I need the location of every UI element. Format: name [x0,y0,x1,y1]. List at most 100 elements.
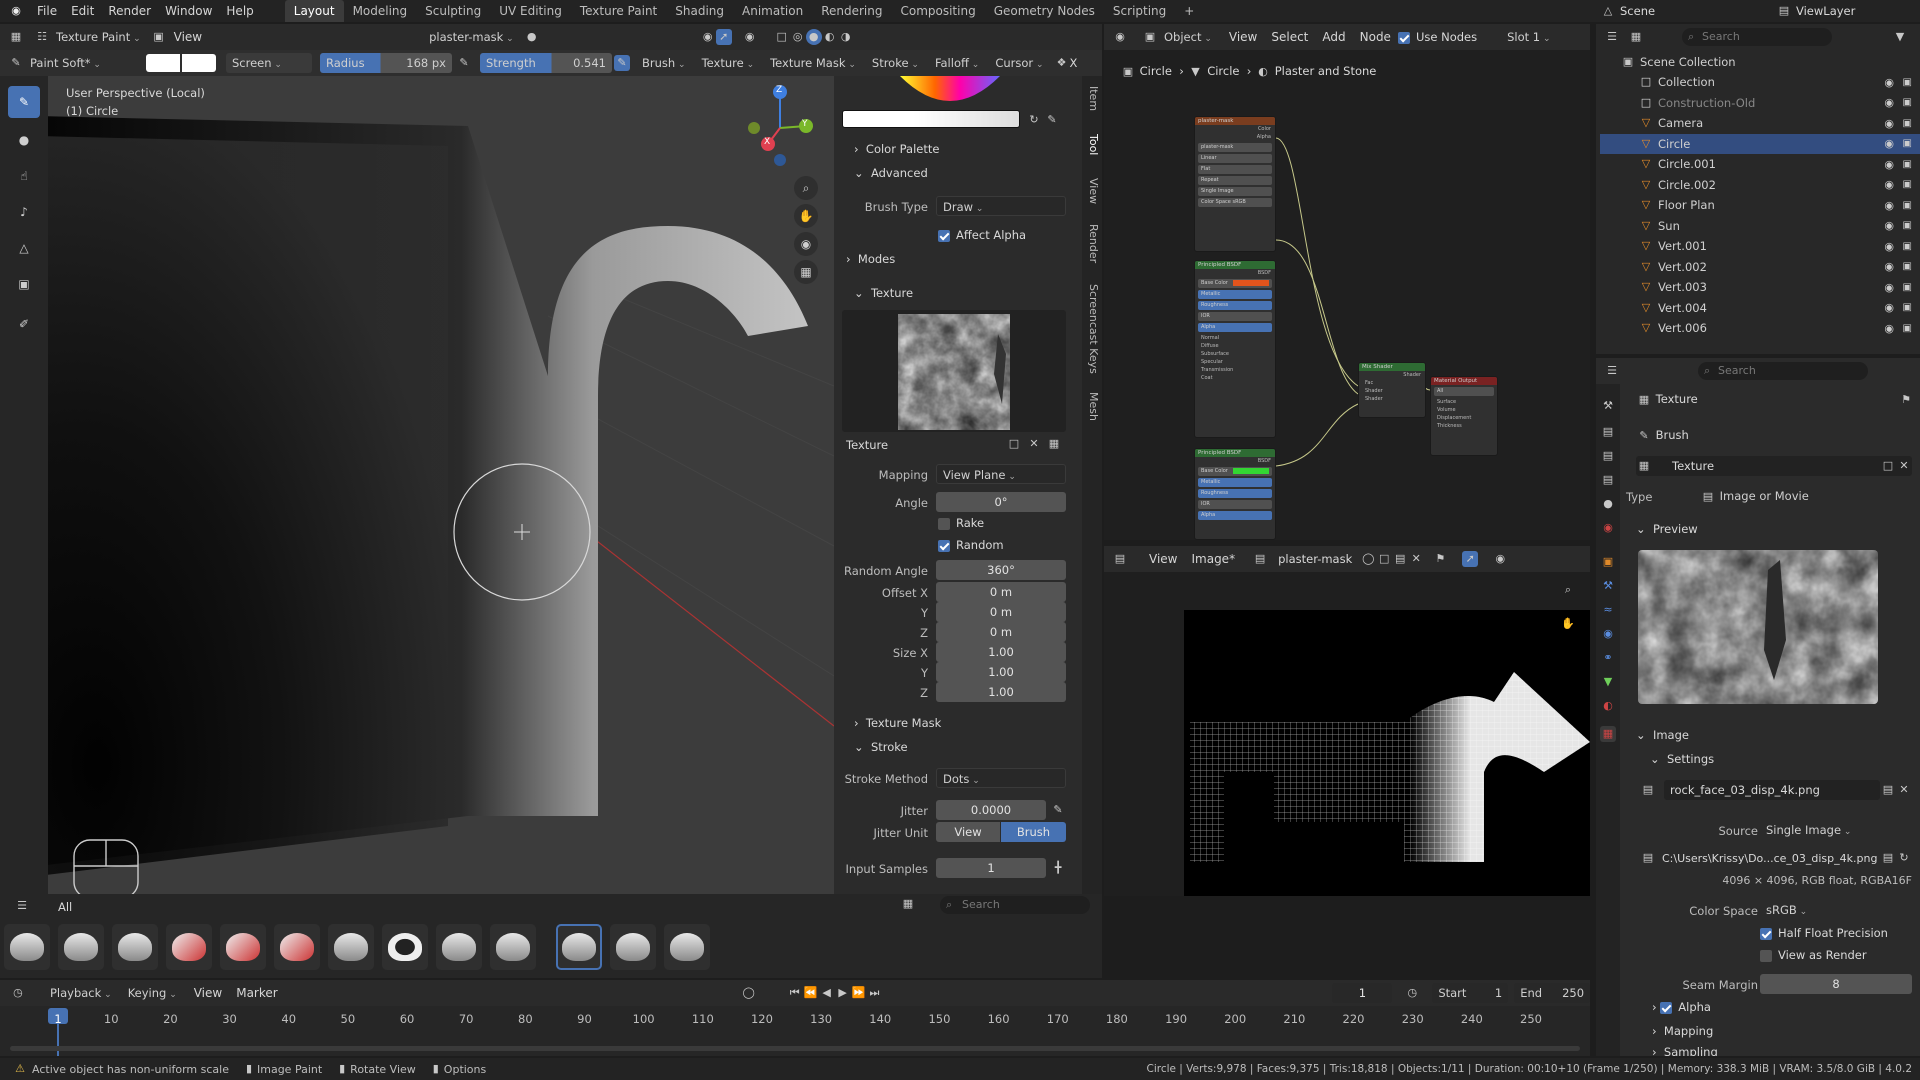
jitter-pressure-icon[interactable]: ✎ [1050,802,1066,818]
visibility-eye-icon[interactable]: ◉ [1884,199,1894,212]
render-camera-icon[interactable]: ▣ [1903,323,1912,334]
settings-subsection[interactable]: ⌄ Settings [1650,752,1714,766]
output-tab-icon[interactable]: ▤ [1600,448,1616,464]
tab-view[interactable]: View [1082,178,1100,204]
outliner-item-vert-002[interactable]: ▽ Vert.002 ◉ ▣ [1600,257,1920,277]
radius-pressure-icon[interactable]: ✎ [456,55,472,71]
render-camera-icon[interactable]: ▣ [1903,241,1912,252]
alpha-subsection[interactable]: › Alpha [1652,1000,1711,1014]
tab-rendering[interactable]: Rendering [812,0,891,22]
falloff-menu[interactable]: Falloff [929,53,985,73]
offset-x-field[interactable]: 0 m [936,582,1066,602]
outliner-item-construction-old[interactable]: □ Construction-Old ◉ ▣ [1600,93,1920,113]
render-camera-icon[interactable]: ▣ [1903,118,1912,129]
blender-logo-icon[interactable]: ◉ [8,3,24,19]
shelf-view-icon[interactable]: ▦ [900,896,916,912]
shading-dot-icon[interactable]: ● [524,29,540,45]
node-canvas[interactable]: ▣ Circle › ▼ Circle › ◐ Plaster and Ston… [1104,50,1590,540]
view-layer-name[interactable]: ViewLayer [1792,4,1855,18]
image-file-open-icon[interactable]: ▤ [1880,782,1896,798]
input-samples-field[interactable]: 1 [936,858,1046,878]
node-principled-bsdf-2[interactable]: Principled BSDF BSDF Base Color Metallic… [1194,448,1276,540]
texture-menu[interactable]: Texture [696,53,761,73]
tool-tab-icon[interactable]: ⚒ [1600,398,1616,414]
world-tab-icon[interactable]: ◉ [1600,520,1616,536]
view-menu[interactable]: View [167,30,209,44]
radius-slider[interactable]: Radius 168 px [320,53,452,73]
tab-modeling[interactable]: Modeling [344,0,417,22]
data-tab-icon[interactable]: ▼ [1600,674,1616,690]
filepath-reload-icon[interactable]: ↻ [1896,850,1912,866]
shading-material-icon[interactable]: ◐ [822,29,838,45]
annotate-tool[interactable]: ✐ [8,308,40,340]
shelf-menu-icon[interactable]: ☰ [14,898,30,914]
visibility-eye-icon[interactable]: ◉ [1884,281,1894,294]
texture-duplicate-icon[interactable]: □ [1006,436,1022,452]
brush-type-dropdown[interactable]: Draw [936,196,1066,216]
keying-menu[interactable]: Keying [122,983,183,1003]
uv-pan-icon[interactable]: ✋ [1560,616,1576,632]
current-frame-field[interactable]: 1 [1332,983,1393,1003]
node-node-menu[interactable]: Node [1353,30,1398,44]
menu-edit[interactable]: Edit [64,4,101,18]
shading-rendered-icon[interactable]: ◑ [838,29,854,45]
playback-menu[interactable]: Playback [44,983,118,1003]
angle-field[interactable]: 0° [936,492,1066,512]
uv-zoom-icon[interactable]: ⌕ [1560,582,1576,598]
render-camera-icon[interactable]: ▣ [1903,159,1912,170]
menu-render[interactable]: Render [101,4,158,18]
outliner-item-sun[interactable]: ▽ Sun ◉ ▣ [1600,216,1920,236]
tab-geometry-nodes[interactable]: Geometry Nodes [985,0,1104,22]
brush-thumb-13[interactable] [664,924,710,970]
mapping-dropdown[interactable]: View Plane [936,464,1066,484]
slot-toggle-icon[interactable]: ▣ [151,29,167,45]
overlays-icon[interactable]: ◉ [742,29,758,45]
camera-view-icon[interactable]: ◉ [794,232,818,256]
tab-animation[interactable]: Animation [733,0,812,22]
particles-tab-icon[interactable]: ≈ [1600,602,1616,618]
tab-uv-editing[interactable]: UV Editing [490,0,571,22]
cursor-menu[interactable]: Cursor [989,53,1049,73]
tab-shading[interactable]: Shading [666,0,733,22]
navigation-gizmo[interactable]: Z Y X [724,76,824,176]
visibility-eye-icon[interactable]: ◉ [1884,240,1894,253]
tab-render[interactable]: Render [1082,224,1100,263]
outliner-item-circle-001[interactable]: ▽ Circle.001 ◉ ▣ [1600,154,1920,174]
render-camera-icon[interactable]: ▣ [1903,261,1912,272]
uv-canvas[interactable]: ⌕ ✋ [1104,572,1590,896]
visibility-eye-icon[interactable]: ◉ [1884,158,1894,171]
editor-type-icon[interactable]: ▦ [8,29,24,45]
filepath-browse-icon[interactable]: ▤ [1880,850,1896,866]
brush-thumb-8[interactable] [382,924,428,970]
offset-y-field[interactable]: 0 m [936,602,1066,622]
xray-icon[interactable]: □ [774,29,790,45]
outliner-search[interactable]: ⌕ Search [1682,28,1832,46]
color-space-dropdown[interactable]: sRGB [1760,900,1912,920]
render-tab-icon[interactable]: ▤ [1600,424,1616,440]
jitter-unit-view-button[interactable]: View [936,822,1000,842]
play-reverse-icon[interactable]: ◀ [819,985,835,1001]
outliner-item-vert-006[interactable]: ▽ Vert.006 ◉ ▣ [1600,318,1920,338]
brush-context-row[interactable]: ✎ Brush [1636,428,1688,444]
brush-menu[interactable]: Brush [636,53,692,73]
blend-mode-dropdown[interactable]: Screen [226,53,312,73]
image-section[interactable]: ⌄ Image [1636,728,1689,742]
texture-preview-box[interactable] [842,310,1066,432]
brush-selector[interactable]: Paint Soft* [24,53,136,73]
marker-menu[interactable]: Marker [229,986,284,1000]
visibility-eye-icon[interactable]: ◉ [1884,137,1894,150]
menu-window[interactable]: Window [158,4,219,18]
mapping-subsection[interactable]: › Mapping [1652,1024,1713,1038]
size-z-field[interactable]: 1.00 [936,682,1066,702]
node-editor-type-icon[interactable]: ◉ [1112,29,1128,45]
shelf-search-input[interactable]: ⌕ Search [940,896,1090,914]
tab-layout[interactable]: Layout [284,0,344,22]
outliner-root[interactable]: ▣ Scene Collection [1600,52,1920,72]
seam-margin-field[interactable]: 8 [1760,974,1912,994]
visibility-icon[interactable]: ◉ [700,29,716,45]
visibility-eye-icon[interactable]: ◉ [1884,260,1894,273]
image-pin-icon[interactable]: ⚑ [1432,551,1448,567]
color-swatch-secondary[interactable] [182,54,216,72]
tab-scripting[interactable]: Scripting [1104,0,1175,22]
viewport-3d[interactable]: User Perspective (Local) (1) Circle Z Y … [48,76,834,896]
